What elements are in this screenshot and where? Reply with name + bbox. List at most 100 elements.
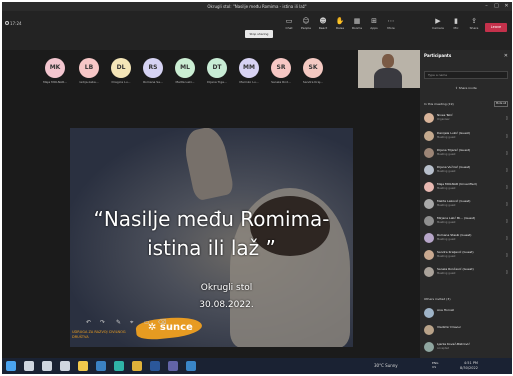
toolbar-rooms-button[interactable]: ▦ Rooms xyxy=(349,16,365,42)
minimize-icon[interactable]: – xyxy=(482,3,491,10)
participant-row[interactable]: Nives Telić Organiser ▯ xyxy=(424,112,510,125)
participant-row[interactable]: Mirjana Lalić Mi... (Guest) Meeting gues… xyxy=(424,215,510,228)
teams-icon[interactable] xyxy=(168,361,178,371)
system-clock[interactable]: 4:51 PM 8/30/2022 xyxy=(460,361,478,371)
eraser-icon[interactable]: ⌫ xyxy=(158,319,166,326)
hand-icon: ✋ xyxy=(335,17,345,25)
word-icon[interactable] xyxy=(150,361,160,371)
slide-title-line-2: istina ili laž ” xyxy=(147,236,276,260)
toolbar-more-button[interactable]: ⋯ More xyxy=(383,16,399,42)
shield-icon xyxy=(5,21,9,25)
participant-row[interactable]: Romana Stasik (Guest) Meeting guest ▯ xyxy=(424,232,510,245)
windows-taskbar: 30°C Sunny ENG US 4:51 PM 8/30/2022 xyxy=(2,358,512,374)
teams-window: Okrugli stol: "Nasilje među Romima - ist… xyxy=(2,2,512,374)
language-indicator[interactable]: ENG US xyxy=(432,361,438,369)
window-title: Okrugli stol: "Nasilje među Romima - ist… xyxy=(207,4,307,9)
rooms-icon: ▦ xyxy=(353,17,361,25)
leave-button[interactable]: Leave xyxy=(485,23,507,32)
slide-brand-caption: UDRUGA ZA RAZVOJ CIVILNOG DRUŠTVA xyxy=(72,330,126,339)
toolbar-people-button[interactable]: ☺ People xyxy=(298,16,314,42)
task-view-icon[interactable] xyxy=(60,361,70,371)
weather-widget[interactable]: 30°C Sunny xyxy=(374,363,398,368)
in-meeting-section-header[interactable]: In this meeting (19) xyxy=(424,102,454,106)
mic-off-icon: ▯ xyxy=(505,150,508,155)
search-icon[interactable] xyxy=(24,361,34,371)
stop-sharing-button[interactable]: Stop sharing xyxy=(245,30,273,38)
video-person-head xyxy=(382,54,394,68)
toolbar-chat-button[interactable]: ▭ Chat xyxy=(281,16,297,42)
avatar[interactable]: MK Maja MOLNAR... xyxy=(42,58,68,84)
participant-row[interactable]: Ana Horvat xyxy=(424,307,510,320)
edge-icon[interactable] xyxy=(114,361,124,371)
participant-row[interactable]: Sandra Kraljević (Guest) Meeting guest ▯ xyxy=(424,249,510,262)
toolbar-share-button[interactable]: ⇪ Share xyxy=(466,16,482,42)
avatar[interactable]: ML Melita Laki... xyxy=(172,58,198,84)
participant-row[interactable]: Vladimir Dravuc xyxy=(424,324,510,337)
avatar[interactable]: LB ladija.zaba... xyxy=(76,58,102,84)
windows-start-icon[interactable] xyxy=(6,361,16,371)
participant-row[interactable]: Ljerka Kovač-Bistrović Accepted xyxy=(424,341,510,354)
toolbar-raise-button[interactable]: ✋ Raise xyxy=(332,16,348,42)
avatar[interactable]: DT Dijana Tiga... xyxy=(204,58,230,84)
people-icon: ☺ xyxy=(302,17,310,25)
undo-icon[interactable]: ↶ xyxy=(86,319,91,326)
avatar xyxy=(424,199,434,209)
react-icon: ☻ xyxy=(319,17,327,25)
toolbar-react-button[interactable]: ☻ React xyxy=(315,16,331,42)
mic-off-icon: ▯ xyxy=(505,184,508,189)
photos-icon[interactable] xyxy=(186,361,196,371)
chat-icon: ▭ xyxy=(285,17,293,25)
slide-date: 30.08.2022. xyxy=(199,300,254,310)
apps-icon: ⊞ xyxy=(371,17,377,25)
cortana-icon[interactable] xyxy=(42,361,52,371)
pen-icon[interactable]: ✎ xyxy=(116,319,121,326)
participant-row[interactable]: Dijana Vučinić (Guest) Meeting guest ▯ xyxy=(424,164,510,177)
toolbar-apps-button[interactable]: ⊞ Apps xyxy=(366,16,382,42)
slide-title-line-1: “Nasilje među Romima- xyxy=(93,207,330,231)
mic-icon: ▯ xyxy=(505,115,508,120)
laser-pointer-icon[interactable]: ⌖ xyxy=(130,319,133,327)
toolbar-camera-button[interactable]: ▶ Camera xyxy=(430,16,446,42)
avatar xyxy=(424,233,434,243)
mic-off-icon: ▯ xyxy=(505,235,508,240)
avatar xyxy=(424,216,434,226)
toolbar-mic-button[interactable]: ▮ Mic xyxy=(448,16,464,42)
avatar xyxy=(424,182,434,192)
mic-off-icon: ▯ xyxy=(505,218,508,223)
meeting-toolbar: 17:24 Stop sharing ▭ Chat ☺ People ☻ Rea… xyxy=(2,11,512,50)
participant-search-input[interactable]: Type a name xyxy=(424,71,508,79)
avatar xyxy=(424,342,434,352)
avatar[interactable]: DL Dragica Lu... xyxy=(108,58,134,84)
close-icon[interactable]: ✕ xyxy=(504,53,508,59)
mic-off-icon: ▯ xyxy=(505,133,508,138)
participant-row[interactable]: Dijana Tiljanić (Guest) Meeting guest ▯ xyxy=(424,147,510,160)
participant-row[interactable]: Danijela Lukić (Guest) Meeting guest ▯ xyxy=(424,130,510,143)
maximize-icon[interactable]: □ xyxy=(492,3,501,10)
file-explorer-icon[interactable] xyxy=(78,361,88,371)
avatar[interactable]: MM Marinko Lu... xyxy=(236,58,262,84)
participant-row[interactable]: Maja MOLNAR (Unverified) Meeting guest ▯ xyxy=(424,181,510,194)
avatar[interactable]: RS Romana Se... xyxy=(140,58,166,84)
self-video-preview[interactable] xyxy=(358,50,420,88)
participant-row[interactable]: Sanela Rončević (Guest) Meeting guest ▯ xyxy=(424,266,510,279)
chrome-icon[interactable] xyxy=(132,361,142,371)
participant-row[interactable]: Melita Laković (Guest) Meeting guest ▯ xyxy=(424,198,510,211)
panel-title: Participants xyxy=(424,53,452,58)
redo-icon[interactable]: ↷ xyxy=(100,319,105,326)
close-icon[interactable]: ✕ xyxy=(502,3,511,10)
avatar xyxy=(424,308,434,318)
share-icon: ⇪ xyxy=(471,17,477,25)
mail-icon[interactable] xyxy=(96,361,106,371)
highlighter-icon[interactable]: ▭ xyxy=(144,319,150,326)
annotation-toolbar: ↶ ↷ ✎ ⌖ ▭ ⌫ xyxy=(86,318,196,328)
video-person-body xyxy=(374,68,402,88)
mic-off-icon: ▯ xyxy=(505,167,508,172)
avatar xyxy=(424,325,434,335)
avatar[interactable]: SR Sanela Rnd... xyxy=(268,58,294,84)
avatar xyxy=(424,165,434,175)
others-invited-section-header[interactable]: Others invited (3) xyxy=(424,297,451,301)
mic-off-icon: ▯ xyxy=(505,201,508,206)
avatar[interactable]: SK Sandra Kraj... xyxy=(300,58,326,84)
mute-all-button[interactable]: Mute all xyxy=(494,101,508,107)
share-invite-button[interactable]: ⇪ Share invite xyxy=(424,84,508,92)
